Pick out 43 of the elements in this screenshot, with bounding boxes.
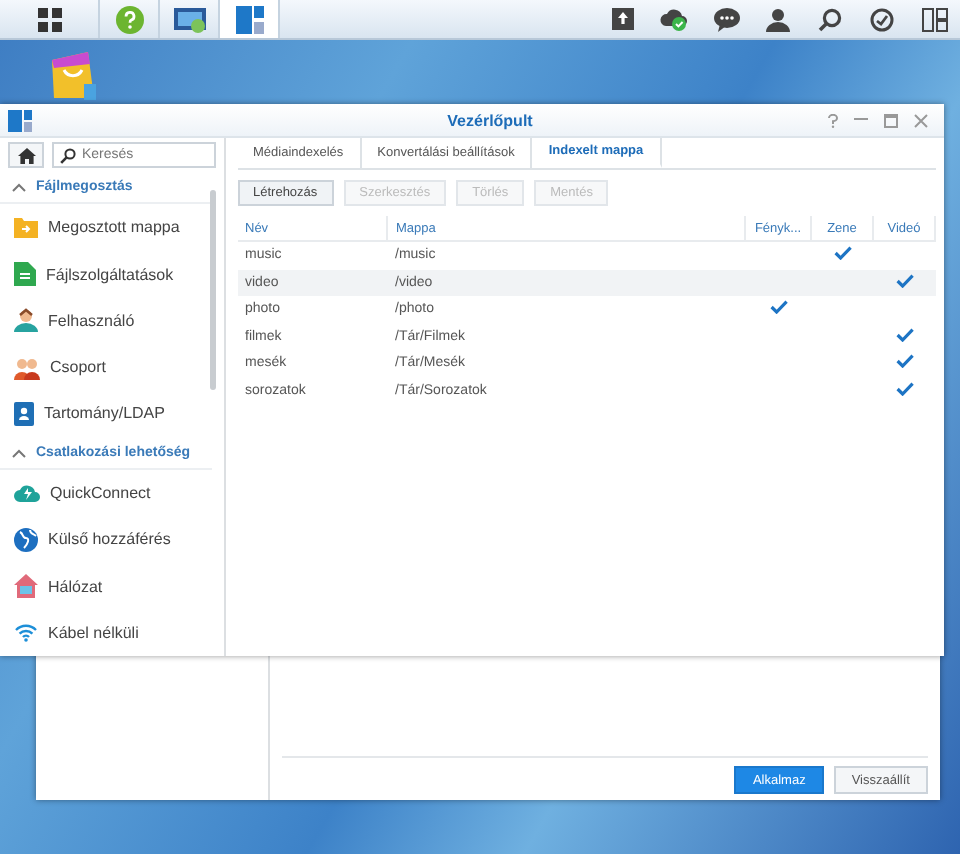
globe-icon	[14, 527, 38, 552]
control-panel-icon	[235, 5, 263, 33]
chevron-icon[interactable]	[12, 182, 26, 193]
home-button[interactable]	[8, 142, 44, 168]
home-icon	[17, 147, 35, 163]
shopping-bag-icon[interactable]	[48, 48, 100, 102]
close-icon[interactable]	[914, 113, 928, 127]
document-icon	[14, 262, 36, 287]
folder-icon	[14, 216, 38, 239]
upload-icon	[611, 8, 633, 30]
minimize-icon[interactable]	[854, 118, 868, 122]
sidebar-item[interactable]: Megosztott mappa	[0, 204, 223, 251]
wifi-icon	[14, 622, 38, 643]
film-icon	[173, 5, 205, 33]
user-icon	[14, 308, 38, 333]
sidebar-item[interactable]: Külső hozzáférés	[0, 516, 223, 563]
control-panel-icon	[8, 109, 32, 131]
sidebar-item[interactable]: Tartomány/LDAP	[0, 390, 223, 438]
sidebar-item[interactable]: Kábel nélküli	[0, 609, 223, 656]
widgets-icon	[921, 7, 947, 31]
grid-icon	[37, 7, 61, 31]
id-card-icon	[14, 401, 34, 426]
scrollbar[interactable]	[209, 190, 215, 390]
check-icon	[895, 273, 913, 288]
help-icon	[115, 5, 143, 33]
sidebar-item[interactable]: Hálózat	[0, 562, 223, 610]
maximize-icon[interactable]	[884, 113, 898, 127]
sidebar-item[interactable]: Csoport	[0, 344, 223, 391]
window-title: Vezérlőpult	[445, 111, 535, 129]
user-icon	[766, 7, 790, 31]
check-icon	[769, 300, 787, 315]
cloud-check-icon	[660, 7, 688, 31]
help-icon[interactable]	[828, 113, 838, 127]
chevron-icon[interactable]	[12, 447, 26, 458]
house-icon	[14, 574, 38, 598]
chat-icon	[713, 7, 739, 31]
check-icon	[833, 246, 851, 261]
sidebar-item[interactable]: Fájlszolgáltatások	[0, 250, 223, 298]
group-icon	[14, 355, 40, 380]
sidebar-item[interactable]: QuickConnect	[0, 469, 223, 517]
search-icon	[818, 7, 842, 31]
cloud-icon	[14, 482, 40, 503]
gauge-icon	[870, 7, 894, 31]
